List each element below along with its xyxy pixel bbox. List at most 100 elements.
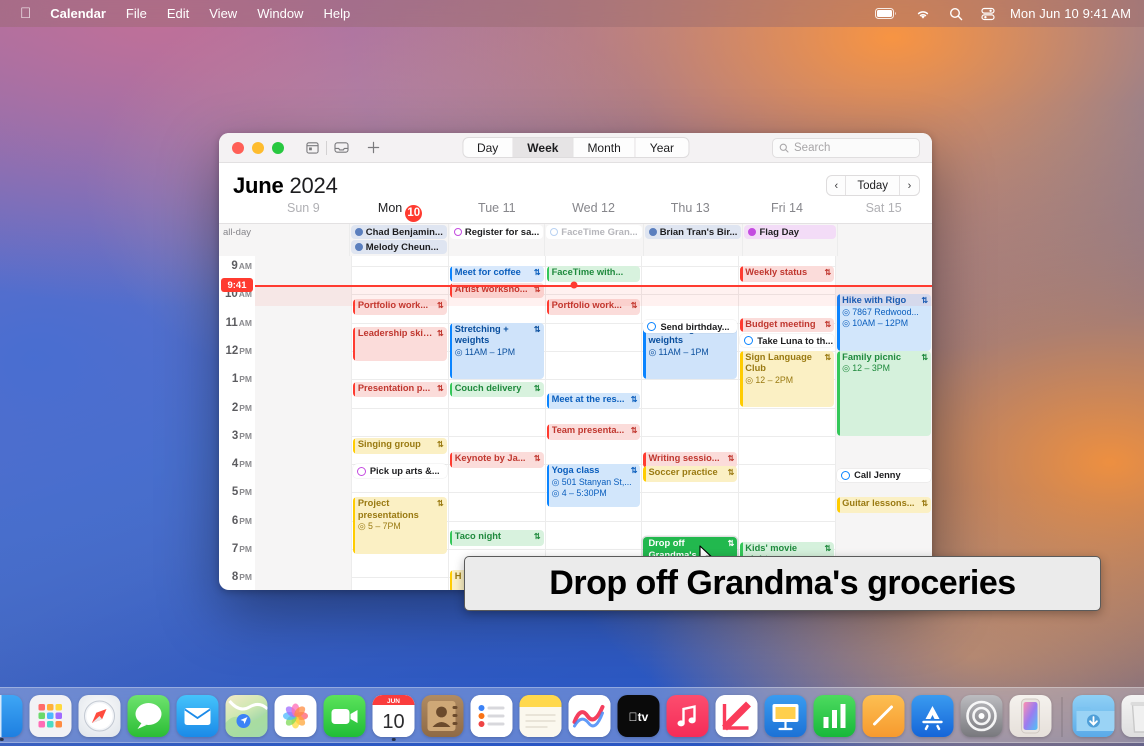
checkbox-circle-icon[interactable] [357,467,366,476]
news-icon[interactable] [716,695,758,737]
dock-item-news[interactable] [716,695,758,737]
launchpad-icon[interactable] [30,695,72,737]
menu-bar-clock[interactable]: Mon Jun 10 9:41 AM [1004,6,1133,21]
tab-year[interactable]: Year [636,138,688,157]
dock-item-safari[interactable] [79,695,121,737]
dock-item-trash[interactable] [1122,695,1144,737]
search-input[interactable]: Search [772,138,920,158]
reminder-item[interactable]: Call Jenny [837,469,931,482]
calendar-event[interactable]: Soccer practice⇅ [643,466,737,482]
calendar-event[interactable]: Taco night⇅ [450,530,544,546]
calendar-event[interactable]: Stretching + weights◎ 11AM – 1PM⇅ [450,323,544,380]
menu-item-help[interactable]: Help [313,0,360,27]
dock-item-settings[interactable] [961,695,1003,737]
day-column-wed[interactable]: FaceTime with...Portfolio work...⇅Meet a… [546,256,643,590]
calendar-event[interactable]: Project presentations◎ 5 – 7PM⇅ [353,497,447,554]
menu-item-edit[interactable]: Edit [157,0,199,27]
calendar-event[interactable]: Presentation p...⇅ [353,382,447,398]
keynote-icon[interactable] [765,695,807,737]
day-header-mon[interactable]: Mon10 [352,201,449,223]
today-button[interactable]: Today [846,176,900,195]
dock-item-freeform[interactable] [569,695,611,737]
minimize-button[interactable] [252,142,264,154]
wifi-icon[interactable] [906,8,940,20]
calendar-event[interactable]: FaceTime with... [547,266,641,282]
dock-item-contacts[interactable] [422,695,464,737]
day-header-wed[interactable]: Wed 12 [545,201,642,223]
tab-week[interactable]: Week [513,138,573,157]
calendar-event[interactable]: Weekly status⇅ [740,266,834,282]
reminder-item[interactable]: Take Luna to th... [740,334,834,347]
reminders-icon[interactable] [471,695,513,737]
menu-item-file[interactable]: File [116,0,157,27]
day-column-sat[interactable]: Hike with Rigo◎ 7867 Redwood...◎ 10AM – … [836,256,932,590]
day-header-tue[interactable]: Tue 11 [448,201,545,223]
calendar-icon[interactable]: JUN10 [373,695,415,737]
appletv-icon[interactable]: tv [618,695,660,737]
day-header-fri[interactable]: Fri 14 [739,201,836,223]
week-grid[interactable]: 9AM10AM11AM12PM1PM2PM3PM4PM5PM6PM7PM8PM … [219,256,932,590]
photos-icon[interactable] [275,695,317,737]
dock-item-numbers[interactable] [814,695,856,737]
prev-week-button[interactable]: ‹ [827,176,846,195]
day-column-thu[interactable]: Stretching + weights◎ 11AM – 1PMSend bir… [642,256,739,590]
calendar-icon[interactable] [300,137,324,159]
safari-icon[interactable] [79,695,121,737]
day-columns[interactable]: Portfolio work...⇅Leadership skil...⇅Pre… [255,256,932,590]
apple-menu-icon[interactable]:  [11,1,40,26]
dock-item-mail[interactable] [177,695,219,737]
dock-item-photos[interactable] [275,695,317,737]
mail-icon[interactable] [177,695,219,737]
dock-item-appletv[interactable]: tv [618,695,660,737]
dock-item-keynote[interactable] [765,695,807,737]
all-day-event[interactable]: FaceTime Gran... [546,225,641,239]
day-column-mon[interactable]: Portfolio work...⇅Leadership skil...⇅Pre… [352,256,449,590]
dock-item-reminders[interactable] [471,695,513,737]
calendar-event[interactable]: Budget meeting⇅ [740,318,834,332]
music-icon[interactable] [667,695,709,737]
checkbox-circle-icon[interactable] [744,336,753,345]
dock-item-pages[interactable] [863,695,905,737]
dock-item-maps[interactable] [226,695,268,737]
calendar-event[interactable]: Guitar lessons...⇅ [837,497,931,513]
all-day-cell[interactable]: Chad Benjamin...Melody Cheun... [350,224,449,256]
menu-item-window[interactable]: Window [247,0,313,27]
appstore-icon[interactable] [912,695,954,737]
all-day-event[interactable]: Register for sa... [450,225,543,239]
calendar-event[interactable]: Couch delivery⇅ [450,382,544,398]
menu-item-calendar[interactable]: Calendar [40,0,116,27]
calendar-event[interactable]: Keynote by Ja...⇅ [450,452,544,468]
finder-icon[interactable] [0,695,23,737]
calendar-event[interactable]: Sign Language Club◎ 12 – 2PM⇅ [740,351,834,408]
dock-item-finder[interactable] [0,695,23,737]
all-day-cell[interactable]: FaceTime Gran... [545,224,643,256]
numbers-icon[interactable] [814,695,856,737]
close-button[interactable] [232,142,244,154]
messages-icon[interactable] [128,695,170,737]
calendar-event[interactable]: Meet for coffee⇅ [450,266,544,282]
day-column-fri[interactable]: Weekly status⇅ Budget meeting⇅ Take Luna t… [739,256,836,590]
day-column-sun[interactable] [255,256,352,590]
dock-item-appstore[interactable] [912,695,954,737]
dock-item-calendar[interactable]: JUN10 [373,695,415,737]
checkbox-circle-icon[interactable] [841,471,850,480]
tab-day[interactable]: Day [463,138,513,157]
battery-icon[interactable] [866,8,906,19]
dock-item-messages[interactable] [128,695,170,737]
menu-item-view[interactable]: View [199,0,247,27]
dock-item-launchpad[interactable] [30,695,72,737]
grid-scroll-area[interactable]: 9AM10AM11AM12PM1PM2PM3PM4PM5PM6PM7PM8PM … [219,256,932,590]
day-header-thu[interactable]: Thu 13 [642,201,739,223]
calendar-event[interactable]: Team presenta...⇅ [547,424,641,440]
calendar-event[interactable]: Singing group⇅ [353,438,447,454]
reminder-item[interactable]: Send birthday... [643,320,737,333]
all-day-cell[interactable] [838,224,932,256]
day-header-sun[interactable]: Sun 9 [255,201,352,223]
downloads-folder-icon[interactable] [1073,695,1115,737]
contacts-icon[interactable] [422,695,464,737]
day-header-sat[interactable]: Sat 15 [835,201,932,223]
all-day-event[interactable]: Brian Tran's Bir... [645,225,742,239]
calendar-event[interactable]: Meet at the res...⇅ [547,393,641,409]
all-day-cell[interactable]: Brian Tran's Bir... [644,224,744,256]
trash-icon[interactable] [1122,695,1144,737]
